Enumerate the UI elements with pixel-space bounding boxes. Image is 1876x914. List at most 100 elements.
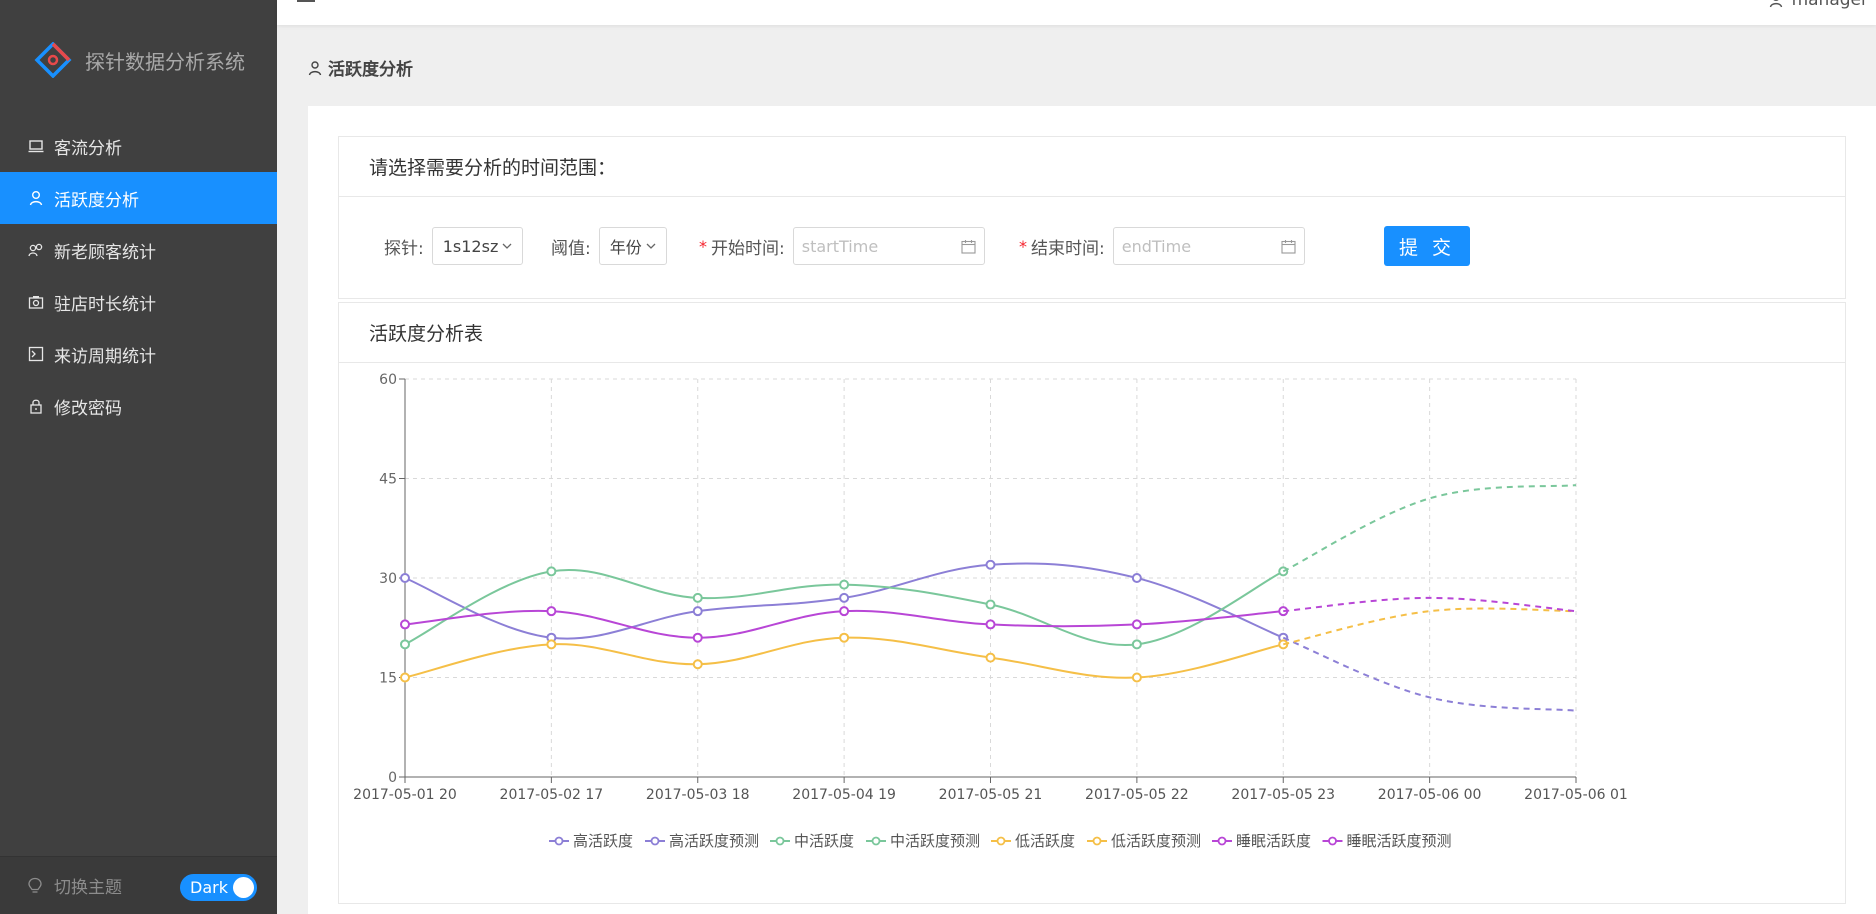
sidebar: 探针数据分析系统 客流分析 活跃度分析 新老顾客统计 驻店时长统计 来访周期统计…	[0, 0, 277, 914]
data-point	[400, 619, 410, 630]
start-time-input[interactable]: startTime	[792, 227, 985, 265]
legend-marker	[996, 836, 1006, 846]
chart-card-header: 活跃度分析表	[339, 303, 1845, 363]
user-icon	[28, 190, 44, 206]
legend-marker	[1217, 836, 1227, 846]
chart-heading: 活跃度分析表	[369, 323, 484, 345]
theme-toggle[interactable]: Dark	[180, 874, 257, 901]
probe-select-value: 1s12sz	[442, 236, 499, 256]
toggle-knob	[233, 877, 254, 898]
end-time-field: * 结束时间: endTime	[1019, 227, 1305, 265]
app-title: 探针数据分析系统	[85, 49, 245, 74]
terminal-icon	[28, 346, 44, 362]
users-icon	[28, 242, 44, 258]
y-tick-label: 30	[379, 571, 397, 587]
legend-marker	[1092, 836, 1102, 846]
legend-label: 中活跃度	[794, 832, 854, 850]
theme-label: 切换主题	[54, 878, 122, 898]
calendar-icon	[961, 240, 976, 254]
data-point	[1131, 639, 1142, 650]
probe-select[interactable]: 1s12sz	[431, 227, 524, 265]
data-point	[546, 639, 557, 650]
user-icon	[308, 60, 322, 75]
user-menu[interactable]: manager	[1768, 0, 1868, 10]
sidebar-item-label: 客流分析	[54, 138, 122, 159]
start-time-field: * 开始时间: startTime	[699, 227, 985, 265]
required-mark: *	[699, 236, 707, 256]
legend-label: 低活跃度预测	[1111, 832, 1201, 850]
threshold-label: 阈值:	[551, 238, 591, 259]
required-mark: *	[1019, 236, 1027, 256]
data-point	[400, 573, 410, 583]
camera-icon	[28, 294, 44, 310]
top-header: manager	[277, 0, 1876, 25]
app-logo[interactable]: 探针数据分析系统	[33, 42, 245, 78]
activity-line-chart: 0 15 30 45 60 2017-05-01 20 2017-05-02 17 2017-…	[353, 372, 1628, 850]
probe-label: 探针:	[384, 238, 424, 259]
sidebar-item-stay-duration[interactable]: 驻店时长统计	[0, 276, 277, 328]
legend-marker	[775, 836, 785, 846]
data-point	[692, 632, 703, 643]
threshold-select[interactable]: 年份	[598, 227, 667, 265]
sidebar-item-label: 新老顾客统计	[54, 242, 156, 263]
start-time-label: 开始时间:	[711, 238, 785, 259]
sidebar-item-label: 驻店时长统计	[54, 294, 156, 315]
chevron-down-icon	[646, 243, 656, 249]
menu-toggle-icon[interactable]	[297, 0, 315, 6]
legend-label: 睡眠活跃度预测	[1347, 832, 1452, 850]
data-point	[839, 606, 850, 617]
data-point	[985, 559, 996, 570]
submit-button[interactable]: 提 交	[1384, 226, 1470, 266]
probe-field: 探针: 1s12sz	[384, 227, 524, 265]
y-tick-label: 45	[379, 472, 397, 488]
legend-label: 高活跃度	[573, 832, 633, 850]
sidebar-item-label: 修改密码	[54, 398, 122, 419]
data-point	[1131, 619, 1142, 630]
x-tick-label: 2017-05-03 18	[646, 787, 750, 803]
data-point	[985, 599, 996, 610]
data-point	[985, 619, 996, 630]
user-icon	[1769, 0, 1782, 8]
x-tick-label: 2017-05-01 20	[353, 787, 457, 803]
threshold-select-value: 年份	[609, 238, 642, 257]
calendar-icon	[1281, 240, 1296, 254]
filter-card: 请选择需要分析的时间范围： 探针: 1s12sz 阈值: 年份 * 开始时间: …	[338, 136, 1846, 299]
data-point	[692, 659, 703, 670]
sidebar-menu: 客流分析 活跃度分析 新老顾客统计 驻店时长统计 来访周期统计 修改密码	[0, 120, 277, 432]
data-point	[546, 606, 557, 617]
sidebar-item-traffic-analysis[interactable]: 客流分析	[0, 120, 277, 172]
y-tick-label: 60	[379, 372, 397, 388]
end-time-placeholder: endTime	[1121, 236, 1192, 256]
page-title-text: 活跃度分析	[328, 60, 413, 80]
sidebar-item-label: 活跃度分析	[54, 190, 139, 211]
laptop-icon	[28, 138, 44, 154]
sidebar-item-label: 来访周期统计	[54, 346, 156, 367]
sidebar-item-new-old-customers[interactable]: 新老顾客统计	[0, 224, 277, 276]
data-point	[692, 606, 703, 617]
chevron-down-icon	[502, 243, 512, 249]
filter-card-header: 请选择需要分析的时间范围：	[339, 137, 1845, 197]
data-point	[400, 639, 410, 650]
legend-label: 睡眠活跃度	[1236, 832, 1311, 850]
data-point	[692, 592, 703, 603]
chart-card: 活跃度分析表 0 15 30 45 60 2017-05-01 20 2017-05-02 …	[338, 302, 1846, 904]
legend-marker	[871, 836, 881, 846]
end-time-input[interactable]: endTime	[1112, 227, 1305, 265]
end-time-label: 结束时间:	[1031, 238, 1105, 259]
sidebar-item-change-password[interactable]: 修改密码	[0, 380, 277, 432]
logo-icon	[34, 42, 72, 78]
data-point	[839, 579, 850, 590]
sidebar-item-visit-cycle[interactable]: 来访周期统计	[0, 328, 277, 380]
lock-icon	[28, 398, 44, 414]
data-point	[1131, 573, 1142, 583]
sidebar-item-activity-analysis[interactable]: 活跃度分析	[0, 172, 277, 224]
username: manager	[1791, 0, 1868, 10]
theme-toggle-label: Dark	[190, 878, 228, 897]
legend-label: 高活跃度预测	[669, 832, 759, 850]
theme-bar: 切换主题 Dark	[0, 856, 277, 914]
data-point	[839, 592, 850, 603]
y-tick-label: 0	[388, 770, 397, 786]
legend-label: 中活跃度预测	[890, 832, 980, 850]
main-content: 请选择需要分析的时间范围： 探针: 1s12sz 阈值: 年份 * 开始时间: …	[308, 106, 1876, 914]
data-point	[839, 632, 850, 643]
